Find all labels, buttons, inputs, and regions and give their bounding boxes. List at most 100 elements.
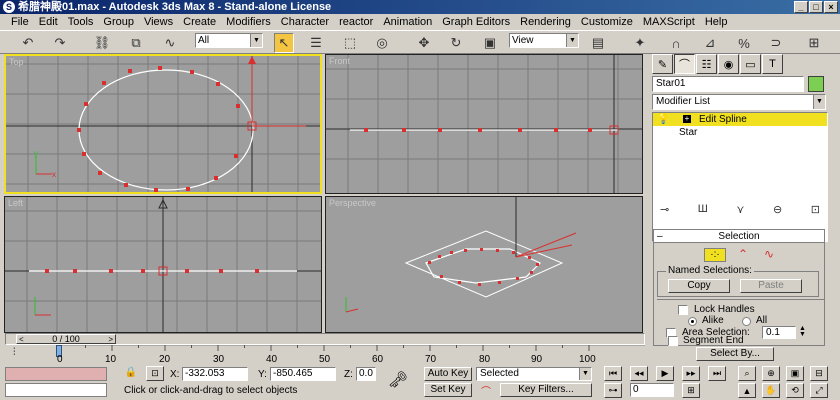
select-object-icon[interactable]: ↖ [274,33,294,53]
select-and-manipulate-icon[interactable]: ✦ [630,33,650,53]
pin-stack-icon[interactable]: ⊸ [660,203,669,216]
zoom-extents-icon[interactable]: ▣ [786,366,804,381]
pivot-center-icon[interactable]: ▤ [588,33,608,53]
show-end-result-icon[interactable]: Ш [698,203,708,215]
menu-tools[interactable]: Tools [63,14,99,30]
z-coord-field[interactable]: 0.0 [356,367,376,381]
viewport-left[interactable]: Left [4,196,322,333]
area-selection-input[interactable]: 0.1 [762,326,796,339]
maximize-button[interactable]: □ [809,1,823,13]
vertex-subobject-icon[interactable]: ·:· [704,248,726,262]
hierarchy-tab-icon[interactable]: ☷ [696,54,717,74]
key-mode-toggle-icon[interactable]: ⊶ [604,383,622,398]
zoom-all-icon[interactable]: ⊕ [762,366,780,381]
menu-maxscript[interactable]: MAXScript [638,14,700,30]
make-unique-icon[interactable]: ⋎ [736,203,744,216]
undo-icon[interactable]: ↶ [18,33,38,53]
key-icon[interactable]: 🗝 [380,369,416,393]
menu-file[interactable]: File [6,14,34,30]
pan-view-icon[interactable]: ✋ [762,383,780,398]
paste-button[interactable]: Paste [740,279,802,293]
viewport-perspective[interactable]: Perspective [325,196,643,333]
viewport-top[interactable]: Top y x [4,54,322,194]
object-name-field[interactable]: Star01 [652,76,804,92]
stack-item-star[interactable]: Star [653,126,827,139]
current-frame-field[interactable]: 0 [630,383,674,397]
x-coord-field[interactable]: -332.053 [182,367,248,381]
viewport-front[interactable]: Front [325,54,643,194]
key-mode-dropdown[interactable]: Selected ▼ [476,367,592,381]
menu-rendering[interactable]: Rendering [515,14,576,30]
rollout-header[interactable]: – Selection [654,232,824,243]
y-coord-field[interactable]: -850.465 [270,367,336,381]
close-button[interactable]: × [824,1,838,13]
utilities-tab-icon[interactable]: T [762,54,783,74]
lightbulb-icon[interactable]: 💡 [657,113,669,126]
all-radio[interactable] [742,317,751,326]
expand-icon[interactable]: + [683,115,691,123]
next-frame-icon[interactable]: ▸▸ [682,366,700,381]
select-by-name-icon[interactable]: ☰ [306,33,326,53]
menu-animation[interactable]: Animation [378,14,437,30]
menu-modifiers[interactable]: Modifiers [221,14,276,30]
menu-views[interactable]: Views [139,14,178,30]
menu-group[interactable]: Group [98,14,139,30]
menu-graph-editors[interactable]: Graph Editors [437,14,515,30]
app-icon[interactable]: S [3,1,15,13]
time-slider[interactable]: < 0 / 100 > [5,333,645,345]
select-and-move-icon[interactable]: ✥ [414,33,434,53]
chevron-left-icon[interactable]: < [19,335,24,344]
arc-rotate-icon[interactable]: ⟲ [786,383,804,398]
lock-handles-checkbox[interactable] [678,305,688,315]
snaps-toggle-icon[interactable]: ∩ [666,33,686,53]
window-crossing-icon[interactable]: ◎ [372,33,392,53]
default-tangents-icon[interactable]: ⌒ [476,383,496,398]
configure-sets-icon[interactable]: ⊡ [811,203,820,216]
menu-character[interactable]: Character [276,14,334,30]
maxscript-output-mini[interactable] [5,383,107,397]
copy-button[interactable]: Copy [668,279,730,293]
bind-to-space-warp-icon[interactable]: ∿ [160,33,180,53]
play-icon[interactable]: ▶ [656,366,674,381]
maxscript-listener-mini[interactable] [5,367,107,381]
track-bar[interactable]: ⫶ 0 10 20 30 40 50 60 70 80 90 100 [5,345,645,365]
rectangular-selection-icon[interactable]: ⬚ [340,33,360,53]
selection-filter-dropdown[interactable]: All ▼ [195,33,263,48]
spinner-arrows-icon[interactable]: ▲ ▼ [799,325,806,338]
select-and-link-icon[interactable]: ⛓ [92,33,112,53]
set-key-button[interactable]: Set Key [424,383,472,397]
menu-edit[interactable]: Edit [34,14,63,30]
angle-snap-icon[interactable]: ⊿ [700,33,720,53]
reference-coordinate-dropdown[interactable]: View ▼ [509,33,579,48]
go-to-start-icon[interactable]: ⏮ [604,366,622,381]
select-by-button[interactable]: Select By... [696,347,774,361]
menu-customize[interactable]: Customize [576,14,638,30]
time-configuration-icon[interactable]: ⊞ [682,383,700,398]
auto-key-button[interactable]: Auto Key [424,367,472,381]
display-tab-icon[interactable]: ▭ [740,54,761,74]
menu-create[interactable]: Create [178,14,221,30]
spline-subobject-icon[interactable]: ∿ [758,248,780,262]
object-color-swatch[interactable] [808,76,824,92]
go-to-end-icon[interactable]: ⏭ [708,366,726,381]
segment-end-checkbox[interactable] [668,336,678,346]
maximize-viewport-icon[interactable]: ⤢ [810,383,828,398]
spinner-snap-icon[interactable]: ⊃ [766,33,786,53]
modify-tab-icon[interactable]: ⌒ [674,54,695,74]
selection-lock-icon[interactable]: 🔒 [124,367,138,381]
previous-frame-icon[interactable]: ◂◂ [630,366,648,381]
named-selection-sets-icon[interactable]: ⊞ [804,33,824,53]
select-and-rotate-icon[interactable]: ↻ [446,33,466,53]
menu-help[interactable]: Help [700,14,733,30]
chevron-right-icon[interactable]: > [108,335,113,344]
menu-reactor[interactable]: reactor [334,14,378,30]
remove-modifier-icon[interactable]: ⊖ [773,203,782,216]
percent-snap-icon[interactable]: % [734,33,754,53]
minimize-button[interactable]: _ [794,1,808,13]
absolute-mode-transform-icon[interactable]: ⊡ [146,366,164,381]
stack-item-edit-spline[interactable]: 💡 + Edit Spline [653,113,827,126]
time-slider-thumb[interactable]: < 0 / 100 > [16,334,116,344]
unlink-selection-icon[interactable]: ⧉ [126,33,146,53]
segment-subobject-icon[interactable]: ⌃ [732,248,754,262]
create-tab-icon[interactable]: ✎ [652,54,673,74]
